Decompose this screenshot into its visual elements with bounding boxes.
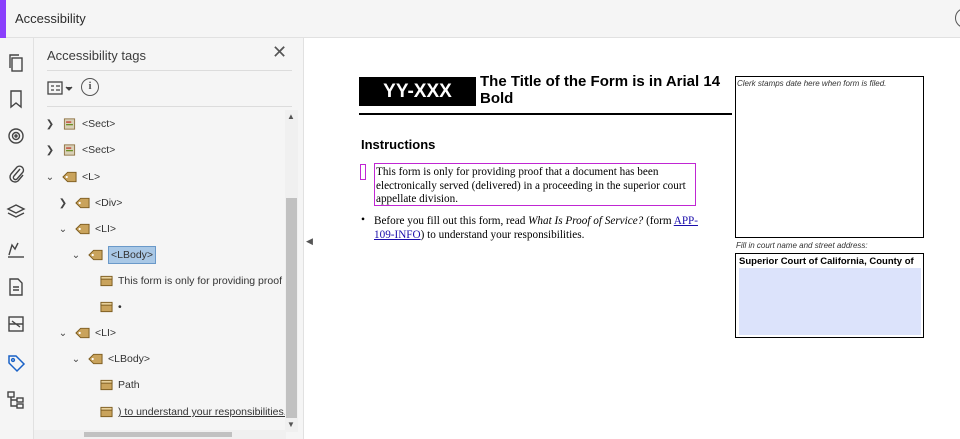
tree-node-label: <Sect> <box>82 118 116 130</box>
info-icon[interactable]: i <box>81 78 99 96</box>
tree-node[interactable]: ⌄ <LI> <box>57 218 116 240</box>
title-accent <box>0 0 6 38</box>
attachment-icon[interactable] <box>5 162 27 184</box>
chevron-down-icon[interactable]: ⌄ <box>44 172 56 183</box>
tree-node[interactable]: • <box>100 296 122 318</box>
title-bar: Accessibility <box>0 0 960 38</box>
section-icon <box>63 118 76 130</box>
clerk-stamp-text: Clerk stamps date here when form is file… <box>737 79 887 88</box>
tree-node-label: <Sect> <box>82 144 116 156</box>
tree-node[interactable]: This form is only for providing proof th <box>100 270 286 292</box>
instruction-paragraph[interactable]: Before you fill out this form, read What… <box>374 214 709 242</box>
chevron-right-icon[interactable]: ❯ <box>44 145 56 156</box>
vertical-scrollbar[interactable]: ▲ ▼ <box>285 110 298 432</box>
tree-node[interactable]: ) to understand your responsibilities. <box>100 401 286 423</box>
bullet-marker: • <box>361 214 366 226</box>
court-address-field[interactable] <box>739 268 921 335</box>
clerk-stamp-box <box>735 76 924 238</box>
paragraph-text: Before you fill out this form, read <box>374 215 529 227</box>
tree-node-label: <Div> <box>95 197 123 209</box>
pages-icon[interactable] <box>5 52 27 74</box>
scrollbar-thumb[interactable] <box>84 432 232 437</box>
section-icon <box>63 144 76 156</box>
close-icon[interactable]: ✕ <box>272 43 288 61</box>
tree-node-label: <LBody> <box>108 353 151 365</box>
content-icon <box>100 301 113 313</box>
tree-node[interactable]: ⌄ <LBody> <box>70 348 150 370</box>
instruction-paragraph-highlighted[interactable]: This form is only for providing proof th… <box>374 163 696 206</box>
structure-icon[interactable] <box>5 389 27 411</box>
panel-divider <box>47 70 292 71</box>
tag-icon <box>75 197 90 209</box>
form-title: The Title of the Form is in Arial 14 Bol… <box>480 73 721 107</box>
tree-node-label: This form is only for providing proof th <box>118 275 286 287</box>
scroll-down-icon[interactable]: ▼ <box>287 420 295 429</box>
tree-node-label: Path <box>118 379 140 391</box>
court-title: Superior Court of California, County of <box>739 256 914 267</box>
app-title: Accessibility <box>15 11 86 26</box>
chevron-right-icon[interactable]: ❯ <box>44 119 56 130</box>
chevron-down-icon[interactable]: ⌄ <box>57 328 69 339</box>
panel-divider <box>47 106 292 107</box>
tree-node[interactable]: Path <box>100 374 140 396</box>
tree-node[interactable]: ⌄ <L> <box>44 166 100 188</box>
content-icon <box>100 406 113 418</box>
chevron-down-icon[interactable]: ⌄ <box>70 354 82 365</box>
collapse-panel-icon[interactable]: ◀ <box>306 236 313 247</box>
chevron-down-icon[interactable]: ⌄ <box>70 250 82 261</box>
tag-tree: ❯ <Sect> ❯ <Sect> ⌄ <L> ❯ <Div> ⌄ <LI> ⌄… <box>34 110 286 430</box>
horizontal-scrollbar[interactable] <box>34 430 286 439</box>
title-rule <box>359 113 732 115</box>
tree-node-label: <LI> <box>95 223 117 235</box>
paragraph-emphasis: What Is Proof of Service? <box>528 215 644 227</box>
tree-node-label: <L> <box>82 171 101 183</box>
tree-node-label-selected: <LBody> <box>108 246 157 264</box>
panel-title: Accessibility tags <box>47 48 146 63</box>
tag-icon <box>88 249 103 261</box>
layers-icon[interactable] <box>5 201 27 223</box>
tag-icon <box>75 327 90 339</box>
chevron-right-icon[interactable]: ❯ <box>57 198 69 209</box>
tag-icon <box>75 223 90 235</box>
options-menu-icon[interactable] <box>47 80 75 96</box>
target-icon[interactable] <box>5 125 27 147</box>
accessibility-tags-icon[interactable] <box>5 352 27 374</box>
accessibility-tags-panel: Accessibility tags ✕ i ❯ <Sect> ❯ <Sect>… <box>34 38 304 439</box>
scrollbar-thumb[interactable] <box>286 198 297 418</box>
left-tool-rail <box>0 38 34 439</box>
highlight-marker <box>360 164 366 180</box>
paragraph-text: (form <box>643 215 674 227</box>
tree-node-label: <LI> <box>95 327 117 339</box>
signature-icon[interactable] <box>5 238 27 260</box>
court-label: Fill in court name and street address: <box>736 241 868 250</box>
tree-node[interactable]: ❯ <Sect> <box>44 139 115 161</box>
tree-node[interactable]: ❯ <Div> <box>57 192 123 214</box>
chevron-down-icon[interactable]: ⌄ <box>57 224 69 235</box>
tag-icon <box>88 353 103 365</box>
compare-icon[interactable] <box>5 313 27 335</box>
tree-node-label: ) to understand your responsibilities. <box>118 406 286 418</box>
scroll-up-icon[interactable]: ▲ <box>287 112 295 121</box>
tree-node[interactable]: ⌄ <LBody> <box>70 244 157 266</box>
form-code: YY-XXX <box>359 77 476 106</box>
tree-node[interactable]: ⌄ <LI> <box>57 322 116 344</box>
content-icon <box>100 379 113 391</box>
tree-node-label: • <box>118 301 122 313</box>
tag-icon <box>62 171 77 183</box>
content-icon <box>100 275 113 287</box>
help-icon[interactable] <box>955 8 960 28</box>
tree-node[interactable]: ❯ <Sect> <box>44 113 115 135</box>
paragraph-text: ) to understand your responsibilities. <box>420 229 585 241</box>
bookmark-icon[interactable] <box>5 88 27 110</box>
document-icon[interactable] <box>5 276 27 298</box>
instructions-heading: Instructions <box>361 137 436 152</box>
